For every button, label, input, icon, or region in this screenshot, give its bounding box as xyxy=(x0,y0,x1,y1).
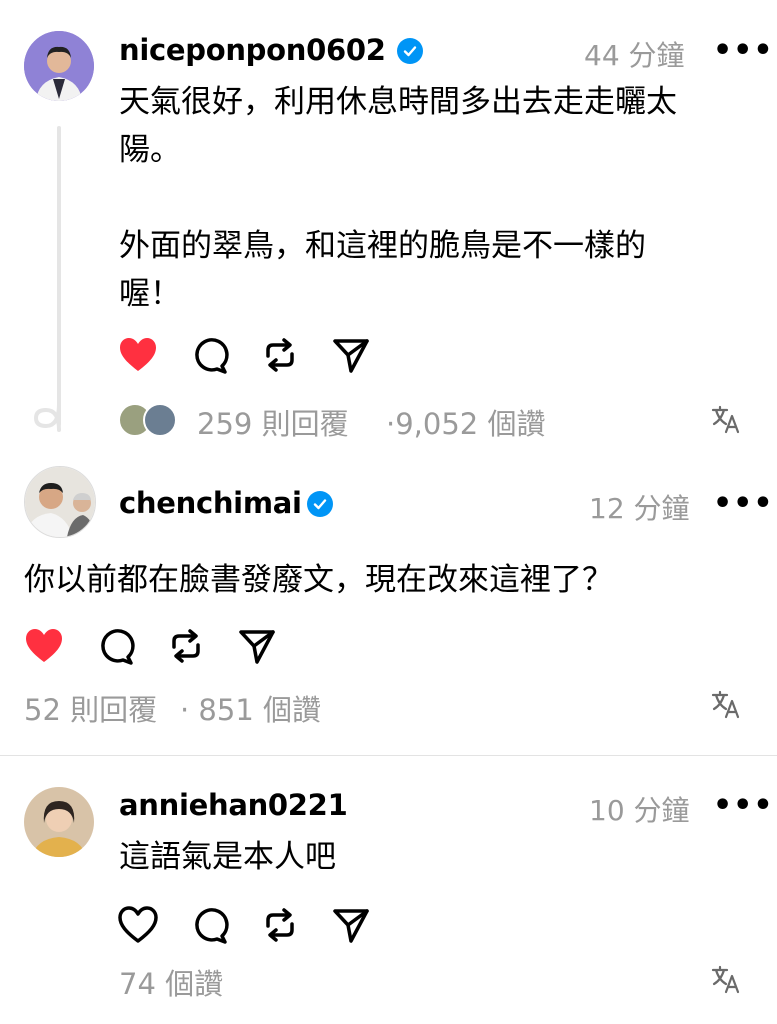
verified-badge-icon xyxy=(397,38,423,64)
avatar-chenchimai[interactable] xyxy=(24,466,96,538)
repost-icon[interactable] xyxy=(260,905,300,945)
username[interactable]: chenchimai xyxy=(119,486,302,520)
like-count[interactable]: · 851 個讚 xyxy=(180,687,321,729)
post-3: anniehan0221 10 分鐘 ••• 這語氣是本人吧 74 個讚 xyxy=(0,756,777,1024)
more-icon[interactable]: ••• xyxy=(713,33,774,68)
post-text: 天氣很好，利用休息時間多出去走走曬太 陽。 外面的翠鳥，和這裡的脆鳥是不一樣的 … xyxy=(119,84,677,312)
avatar-niceponpon0602[interactable] xyxy=(24,31,94,101)
post-time: 44 分鐘 xyxy=(584,39,685,72)
comment-icon[interactable] xyxy=(95,627,135,667)
post-time: 12 分鐘 xyxy=(589,492,690,525)
thread-loop-icon xyxy=(30,400,70,438)
repost-icon[interactable] xyxy=(166,626,206,666)
translate-icon[interactable] xyxy=(711,404,743,434)
reply-count[interactable]: 259 則回覆 xyxy=(197,401,349,443)
comment-icon[interactable] xyxy=(189,336,229,376)
verified-badge-icon xyxy=(307,491,333,517)
reply-avatar-2 xyxy=(143,403,177,437)
share-icon[interactable] xyxy=(237,628,277,666)
post-1: niceponpon0602 44 分鐘 ••• 天氣很好，利用休息時間多出去走… xyxy=(0,0,777,455)
username[interactable]: anniehan0221 xyxy=(119,788,348,822)
avatar-anniehan0221[interactable] xyxy=(24,787,94,857)
heart-icon[interactable] xyxy=(118,906,158,944)
share-icon[interactable] xyxy=(331,907,371,945)
post-2: chenchimai 12 分鐘 ••• 你以前都在臉書發廢文，現在改來這裡了？… xyxy=(0,455,777,755)
username[interactable]: niceponpon0602 xyxy=(119,33,386,67)
more-icon[interactable]: ••• xyxy=(713,788,774,823)
translate-icon[interactable] xyxy=(711,689,743,719)
heart-icon[interactable] xyxy=(24,627,64,665)
post-text: 這語氣是本人吧 xyxy=(119,839,336,875)
repost-icon[interactable] xyxy=(260,335,300,375)
heart-icon[interactable] xyxy=(118,336,158,374)
post-time: 10 分鐘 xyxy=(589,794,690,827)
post-text: 你以前都在臉書發廢文，現在改來這裡了？ xyxy=(24,562,613,598)
thread-line xyxy=(57,126,61,426)
like-count[interactable]: ·9,052 個讚 xyxy=(386,401,545,443)
like-count[interactable]: 74 個讚 xyxy=(119,961,223,1003)
comment-icon[interactable] xyxy=(189,906,229,946)
share-icon[interactable] xyxy=(331,337,371,375)
translate-icon[interactable] xyxy=(711,964,743,994)
more-icon[interactable]: ••• xyxy=(713,486,774,521)
reply-count[interactable]: 52 則回覆 xyxy=(24,687,157,729)
